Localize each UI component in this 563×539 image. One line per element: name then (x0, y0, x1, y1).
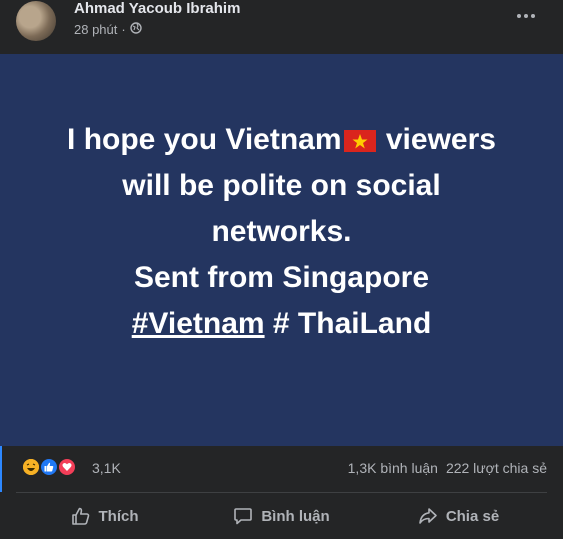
share-count[interactable]: 222 lượt chia sẻ (446, 460, 547, 476)
comment-count[interactable]: 1,3K bình luận (348, 460, 438, 476)
post-line-1-text: I hope you Vietnam (67, 123, 342, 156)
post-line-5: #Vietnam # ThaiLand (22, 301, 542, 347)
author-name[interactable]: Ahmad Yacoub Ibrahim (74, 0, 240, 17)
action-bar: Thích Bình luận Chia sẻ (16, 496, 547, 536)
like-icon (71, 506, 91, 526)
like-button[interactable]: Thích (16, 496, 193, 536)
post-time[interactable]: 28 phút (74, 22, 117, 37)
author-avatar[interactable] (16, 1, 56, 41)
comment-label: Bình luận (261, 507, 330, 525)
share-button[interactable]: Chia sẻ (370, 496, 547, 536)
post-header: Ahmad Yacoub Ibrahim 28 phút · (0, 0, 563, 48)
post-line-5-rest: # ThaiLand (264, 307, 432, 340)
hashtag-link[interactable]: #Vietnam (132, 307, 265, 340)
more-options-icon[interactable] (512, 2, 540, 30)
comment-icon (233, 506, 253, 526)
share-label: Chia sẻ (445, 507, 500, 525)
love-reaction-icon (57, 457, 77, 477)
post-line-2: will be polite on social (122, 169, 441, 202)
post-line-1: I hope you Vietnam viewers (22, 117, 542, 163)
vietnam-flag-icon (343, 130, 376, 152)
post-content[interactable]: I hope you Vietnam viewers will be polit… (0, 54, 563, 446)
post-line-4: Sent from Singapore (133, 261, 430, 294)
post-text: I hope you Vietnam viewers will be polit… (22, 117, 542, 347)
post-stats: 1,3K bình luận 222 lượt chia sẻ (348, 460, 547, 476)
like-reaction-icon (39, 457, 59, 477)
reactions-row: 3,1K 1,3K bình luận 222 lượt chia sẻ (0, 446, 563, 490)
post-meta: 28 phút · (74, 22, 142, 37)
haha-reaction-icon (21, 457, 41, 477)
reaction-icons[interactable] (21, 457, 91, 477)
share-icon (418, 506, 438, 526)
comment-button[interactable]: Bình luận (193, 496, 370, 536)
post-card: Ahmad Yacoub Ibrahim 28 phút · I hope yo… (0, 0, 563, 539)
post-line-3: networks. (211, 215, 352, 248)
globe-icon[interactable] (130, 22, 142, 37)
meta-separator: · (121, 22, 126, 37)
post-line-1-rest: viewers (377, 123, 496, 156)
divider (16, 492, 547, 493)
like-label: Thích (98, 507, 139, 525)
reaction-count[interactable]: 3,1K (92, 460, 121, 476)
